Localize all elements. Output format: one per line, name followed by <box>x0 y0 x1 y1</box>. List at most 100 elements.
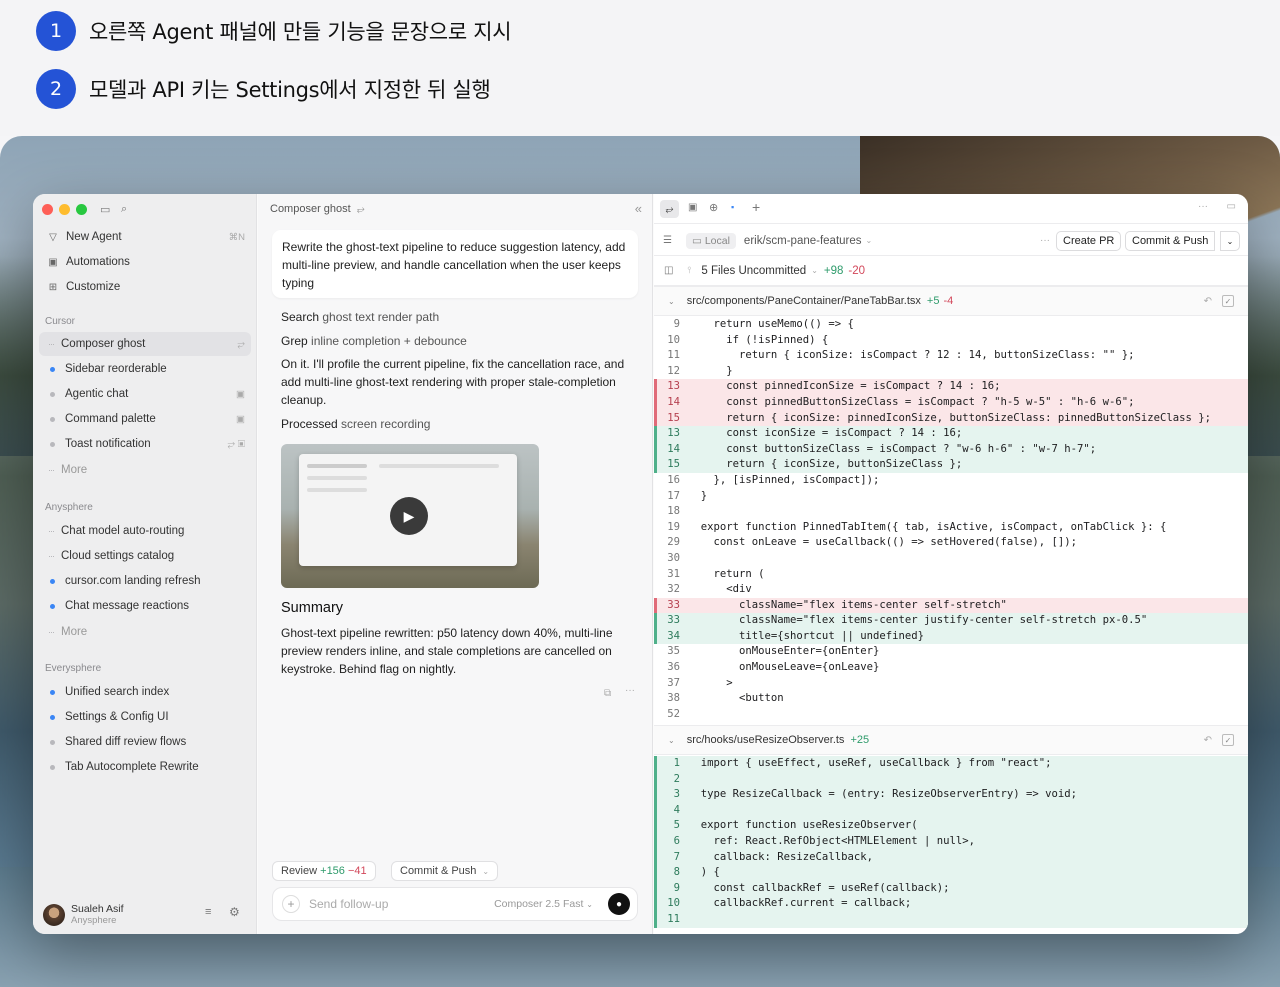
sidebar-more-anysphere[interactable]: ··· More <box>39 620 251 644</box>
sidebar-item-chat-message-reactions[interactable]: Chat message reactions <box>39 594 251 618</box>
shortcut-hint: ⌘N <box>228 231 245 243</box>
tool-name: Grep <box>281 334 308 348</box>
status-dot <box>50 603 55 609</box>
uncommitted-label[interactable]: 5 Files Uncommitted <box>701 265 806 277</box>
create-pr-button[interactable]: Create PR <box>1056 231 1122 251</box>
code-line: 12 } <box>654 364 1248 380</box>
search-icon[interactable]: ⌕ <box>121 203 127 216</box>
zoom-window-button[interactable] <box>76 204 87 215</box>
automations-button[interactable]: ▣ Automations <box>39 250 251 274</box>
chevron-down-icon: ⌄ <box>811 266 818 275</box>
add-tab-icon[interactable]: + <box>752 199 760 215</box>
chevron-down-icon[interactable]: ⌄ <box>1220 231 1240 251</box>
step-text: 모델과 API 키는 Settings에서 지정한 뒤 실행 <box>89 78 491 102</box>
code-line: 17 } <box>654 489 1248 505</box>
tool-step-processed[interactable]: Processed screen recording <box>281 417 430 431</box>
new-agent-label: New Agent <box>66 231 122 243</box>
file-header[interactable]: ⌄ src/components/PaneContainer/PaneTabBa… <box>654 286 1248 316</box>
line-code: type ResizeCallback = (entry: ResizeObse… <box>688 788 1078 801</box>
more-icon[interactable]: ··· <box>625 685 635 696</box>
sidebar-more-cursor[interactable]: ··· More <box>39 458 251 482</box>
sidebar-item-cloud-settings-catalog[interactable]: ··· Cloud settings catalog <box>39 544 251 568</box>
line-code: > <box>688 676 733 689</box>
sidebar-item-agentic-chat[interactable]: Agentic chat ▣ <box>39 382 251 406</box>
user-profile[interactable]: Sualeh Asif Anysphere <box>43 903 124 926</box>
code-line: 19 export function PinnedTabItem({ tab, … <box>654 520 1248 536</box>
collapse-icon[interactable]: « <box>635 201 642 216</box>
tool-step-grep[interactable]: Grep inline completion + debounce <box>281 334 467 348</box>
loading-dashes-icon: ··· <box>48 551 55 561</box>
revert-icon[interactable]: ↶ <box>1204 735 1212 746</box>
sidebar-item-composer-ghost[interactable]: ··· Composer ghost ⥂ <box>39 332 251 356</box>
checkbox-icon[interactable]: ✓ <box>1222 734 1234 746</box>
source-control-icon[interactable]: ⥂ <box>660 200 679 218</box>
sidebar-item-unified-search-index[interactable]: Unified search index <box>39 680 251 704</box>
checkbox-icon[interactable]: ✓ <box>1222 295 1234 307</box>
code-line: 9 const callbackRef = useRef(callback); <box>654 880 1248 897</box>
sidebar-item-shared-diff-review-flows[interactable]: Shared diff review flows <box>39 730 251 754</box>
agent-reply: On it. I'll profile the current pipeline… <box>281 357 625 407</box>
branch-name[interactable]: erik/scm-pane-features <box>744 235 862 247</box>
status-dot <box>50 366 55 372</box>
line-code: return useMemo(() => { <box>688 318 854 330</box>
gear-icon[interactable]: ⚙ <box>229 905 240 919</box>
file-added: +25 <box>850 734 870 746</box>
sidebar-item-tab-autocomplete-rewrite[interactable]: Tab Autocomplete Rewrite <box>39 755 251 779</box>
globe-icon[interactable]: ⊕ <box>709 201 718 214</box>
more-icon[interactable]: ··· <box>1040 235 1050 246</box>
code-line: 4 <box>654 802 1248 819</box>
minimize-window-button[interactable] <box>59 204 70 215</box>
sidebar-item-command-palette[interactable]: Command palette ▣ <box>39 407 251 431</box>
sidebar-toggle-icon[interactable]: ▭ <box>100 203 110 216</box>
diff-code-block-2: 1 import { useEffect, useRef, useCallbac… <box>654 756 1248 928</box>
code-line: 5 export function useResizeObserver( <box>654 818 1248 834</box>
customize-button[interactable]: ⊞ Customize <box>39 275 251 299</box>
close-window-button[interactable] <box>42 204 53 215</box>
microphone-icon[interactable]: ● <box>608 893 630 915</box>
more-icon[interactable]: ··· <box>1198 201 1208 212</box>
sidebar-item-toast-notification[interactable]: Toast notification ⥂ ▣ <box>39 432 251 456</box>
list-icon[interactable]: ☰ <box>663 235 672 246</box>
sidebar-item-label: Cloud settings catalog <box>61 550 175 562</box>
line-number: 13 <box>654 379 688 395</box>
filter-lines-icon[interactable]: ≡ <box>205 906 211 918</box>
line-code: return ( <box>688 567 765 580</box>
line-number: 29 <box>667 536 680 549</box>
model-selector[interactable]: Composer 2.5 Fast ⌄ <box>494 898 593 910</box>
local-badge[interactable]: ▭ Local <box>685 232 736 249</box>
revert-icon[interactable]: ↶ <box>1204 296 1212 307</box>
window-icon: ▣ <box>236 413 245 425</box>
tool-detail: inline completion + debounce <box>311 334 467 348</box>
add-icon[interactable]: + <box>282 895 300 913</box>
sidebar-item-chat-model-auto-routing[interactable]: ··· Chat model auto-routing <box>39 519 251 543</box>
review-label: Review <box>281 865 318 877</box>
terminal-icon[interactable]: ▪ <box>731 202 734 212</box>
panel-icon[interactable]: ◫ <box>664 265 673 276</box>
code-line: 18 <box>654 504 1248 520</box>
line-code: const buttonSizeClass = isCompact ? "w-6… <box>688 442 1097 455</box>
copy-icon[interactable]: ⧉ <box>604 688 611 699</box>
sidebar-item-sidebar-reorderable[interactable]: Sidebar reorderable <box>39 357 251 381</box>
line-code: const iconSize = isCompact ? 14 : 16; <box>688 427 963 440</box>
sidebar-item-cursor-landing-refresh[interactable]: cursor.com landing refresh <box>39 569 251 593</box>
follow-up-input[interactable]: + Send follow-up Composer 2.5 Fast ⌄ ● <box>272 887 638 921</box>
screen-recording-video[interactable]: ▶ <box>281 444 539 588</box>
image-icon[interactable]: ▣ <box>688 202 697 213</box>
review-button[interactable]: Review +156 −41 <box>272 861 376 881</box>
play-button[interactable]: ▶ <box>390 497 428 535</box>
step-number: 2 <box>36 69 76 109</box>
branch-bar: ☰ ▭ Local erik/scm-pane-features ⌄ ··· C… <box>654 226 1248 256</box>
sidebar-item-label: Chat model auto-routing <box>61 525 185 537</box>
panel-icon[interactable]: ▭ <box>1227 201 1236 212</box>
line-number: 35 <box>667 645 680 658</box>
line-number: 33 <box>654 597 688 614</box>
new-agent-button[interactable]: ▽ New Agent ⌘N <box>39 225 251 249</box>
tool-step-search[interactable]: Search ghost text render path <box>281 310 439 324</box>
file-path: src/hooks/useResizeObserver.ts <box>686 734 845 746</box>
commit-push-button[interactable]: Commit & Push ⌄ <box>391 861 499 881</box>
more-dashes-icon: ··· <box>48 465 55 475</box>
sidebar-item-settings-config-ui[interactable]: Settings & Config UI <box>39 705 251 729</box>
commit-push-button[interactable]: Commit & Push <box>1125 231 1216 251</box>
file-header[interactable]: ⌄ src/hooks/useResizeObserver.ts +25 ↶ ✓ <box>654 725 1248 755</box>
uncommitted-bar: ◫ ⫯ 5 Files Uncommitted ⌄ +98 -20 <box>654 256 1248 286</box>
